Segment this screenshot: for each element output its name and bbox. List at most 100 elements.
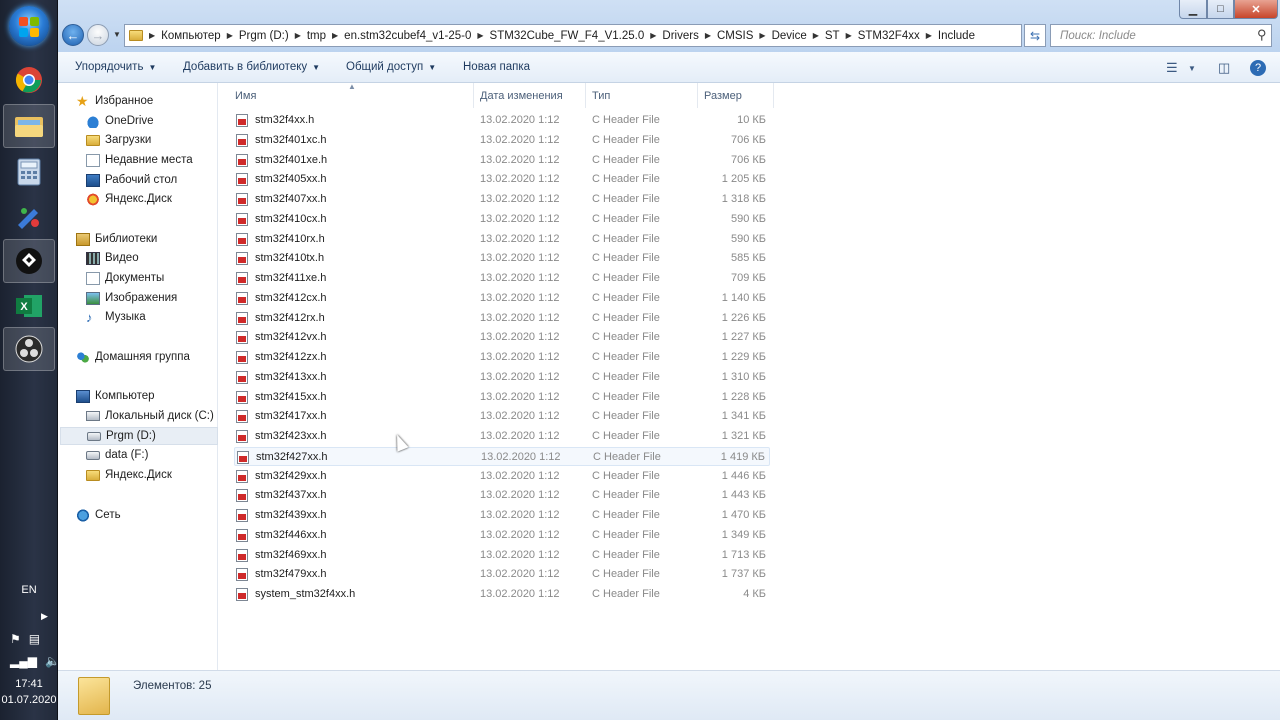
file-row[interactable]: stm32f412cx.h 13.02.2020 1:12 C Header Fil… — [234, 289, 770, 308]
file-row[interactable]: stm32f417xx.h 13.02.2020 1:12 C Header Fil… — [234, 407, 770, 426]
file-row[interactable]: system_stm32f4xx.h 13.02.2020 1:12 C Heade… — [234, 585, 770, 604]
breadcrumb-tmp[interactable]: tmp — [307, 30, 326, 42]
tray-expand-icon[interactable]: ▶ — [41, 611, 48, 622]
file-row[interactable]: stm32f437xx.h 13.02.2020 1:12 C Header Fil… — [234, 486, 770, 505]
nav-favorites[interactable]: ★ Избранное — [76, 92, 234, 110]
file-row[interactable]: stm32f469xx.h 13.02.2020 1:12 C Header Fil… — [234, 546, 770, 565]
back-button[interactable]: ← — [62, 24, 84, 46]
view-dropdown-icon[interactable]: ▼ — [1188, 64, 1196, 73]
breadcrumb-stm32f4xx[interactable]: STM32F4xx — [858, 30, 920, 42]
search-input[interactable]: Поиск: Include — [1050, 24, 1272, 47]
clock[interactable]: 17:41 01.07.2020 — [0, 676, 58, 708]
breadcrumb-chevron-icon[interactable]: ▶ — [926, 31, 932, 40]
breadcrumb-drivers[interactable]: Drivers — [662, 30, 698, 42]
column-header-size[interactable]: Размер — [698, 83, 774, 108]
help-icon[interactable]: ? — [1250, 60, 1266, 76]
nav-label: Локальный диск (C:) — [105, 410, 214, 422]
preview-pane-icon[interactable]: ◫ — [1218, 60, 1230, 76]
add-to-library-menu[interactable]: Добавить в библиотеку ▼ — [183, 61, 320, 73]
minimize-button[interactable]: ▁ — [1179, 0, 1207, 19]
column-header-type-label: Тип — [592, 89, 611, 102]
file-size: 590 КБ — [730, 212, 766, 225]
action-center-flag-icon[interactable]: ⚑ — [10, 632, 21, 646]
file-row[interactable]: stm32f401xc.h 13.02.2020 1:12 C Header Fil… — [234, 131, 770, 150]
search-icon[interactable]: ⚲ — [1257, 27, 1267, 43]
breadcrumb-chevron-icon[interactable]: ▶ — [295, 31, 301, 40]
forward-button[interactable]: → — [87, 24, 109, 46]
file-row[interactable]: stm32f405xx.h 13.02.2020 1:12 C Header Fil… — [234, 170, 770, 189]
file-row[interactable]: stm32f439xx.h 13.02.2020 1:12 C Header Fil… — [234, 506, 770, 525]
file-row[interactable]: stm32f479xx.h 13.02.2020 1:12 C Header Fil… — [234, 565, 770, 584]
taskbar-excel[interactable]: X — [3, 284, 55, 328]
taskbar-calculator[interactable] — [3, 150, 55, 194]
taskbar-chrome[interactable] — [3, 58, 55, 102]
file-row[interactable]: stm32f446xx.h 13.02.2020 1:12 C Header Fil… — [234, 526, 770, 545]
nav-computer[interactable]: Компьютер — [76, 387, 234, 405]
file-row[interactable]: stm32f429xx.h 13.02.2020 1:12 C Header Fil… — [234, 467, 770, 486]
organize-menu[interactable]: Упорядочить ▼ — [75, 61, 156, 73]
file-row[interactable]: stm32f412vx.h 13.02.2020 1:12 C Header Fil… — [234, 328, 770, 347]
close-button[interactable]: ✕ — [1234, 0, 1278, 19]
breadcrumb-chevron-icon[interactable]: ▶ — [705, 31, 711, 40]
breadcrumb-chevron-icon[interactable]: ▶ — [149, 31, 155, 40]
taskbar-obs-virtualcam[interactable] — [3, 239, 55, 283]
breadcrumb-device[interactable]: Device — [772, 30, 807, 42]
breadcrumb-cube-package[interactable]: en.stm32cubef4_v1-25-0 — [344, 30, 471, 42]
file-size: 1 228 КБ — [721, 390, 766, 403]
file-row[interactable]: stm32f415xx.h 13.02.2020 1:12 C Header Fil… — [234, 388, 770, 407]
file-row[interactable]: stm32f407xx.h 13.02.2020 1:12 C Header Fil… — [234, 190, 770, 209]
breadcrumb-computer[interactable]: Компьютер — [161, 30, 221, 42]
column-header-type[interactable]: Тип — [586, 83, 698, 108]
breadcrumb-cmsis[interactable]: CMSIS — [717, 30, 753, 42]
maximize-button[interactable]: □ — [1207, 0, 1234, 19]
file-row[interactable]: stm32f423xx.h 13.02.2020 1:12 C Header Fil… — [234, 427, 770, 446]
breadcrumb-chevron-icon[interactable]: ▶ — [813, 31, 819, 40]
taskbar-explorer[interactable] — [3, 104, 55, 148]
new-folder-button[interactable]: Новая папка — [463, 61, 530, 73]
breadcrumb-chevron-icon[interactable]: ▶ — [332, 31, 338, 40]
file-row[interactable]: stm32f412zx.h 13.02.2020 1:12 C Header Fil… — [234, 348, 770, 367]
breadcrumb-chevron-icon[interactable]: ▶ — [759, 31, 765, 40]
recent-pages-dropdown[interactable]: ▼ — [113, 30, 121, 39]
file-size: 1 229 КБ — [721, 351, 766, 363]
view-options-icon[interactable]: ☰ — [1166, 60, 1178, 76]
nav-homegroup[interactable]: Домашняя группа — [76, 348, 234, 366]
c-header-file-icon — [236, 212, 248, 226]
nav-prgm-d[interactable]: Prgm (D:) — [60, 427, 218, 445]
refresh-button[interactable]: ⇆ — [1024, 24, 1046, 47]
breadcrumb-prgm-d[interactable]: Prgm (D:) — [239, 30, 289, 42]
file-row[interactable]: stm32f410rx.h 13.02.2020 1:12 C Header Fil… — [234, 230, 770, 249]
breadcrumb-include[interactable]: Include — [938, 30, 975, 42]
column-header-date[interactable]: Дата изменения — [474, 83, 586, 108]
language-indicator[interactable]: EN — [0, 584, 58, 596]
breadcrumb-chevron-icon[interactable]: ▶ — [227, 31, 233, 40]
nav-label: Яндекс.Диск — [105, 469, 172, 481]
breadcrumb-chevron-icon[interactable]: ▶ — [477, 31, 483, 40]
breadcrumb-chevron-icon[interactable]: ▶ — [650, 31, 656, 40]
start-button[interactable] — [9, 6, 49, 46]
breadcrumb-cube-fw[interactable]: STM32Cube_FW_F4_V1.25.0 — [490, 30, 645, 42]
file-row[interactable]: stm32f412rx.h 13.02.2020 1:12 C Header Fil… — [234, 309, 770, 328]
nav-label: Библиотеки — [95, 233, 158, 245]
clipboard-icon[interactable]: ▤ — [29, 632, 40, 646]
file-row[interactable]: stm32f410cx.h 13.02.2020 1:12 C Header Fil… — [234, 210, 770, 229]
nav-label: Домашняя группа — [95, 351, 190, 363]
file-size: 1 713 КБ — [721, 548, 766, 561]
nav-network[interactable]: Сеть — [76, 506, 234, 524]
file-row[interactable]: stm32f401xe.h 13.02.2020 1:12 C Header Fil… — [234, 151, 770, 170]
file-row[interactable]: stm32f410tx.h 13.02.2020 1:12 C Header Fil… — [234, 249, 770, 268]
taskbar-obs-studio[interactable] — [3, 327, 55, 371]
nav-libraries[interactable]: Библиотеки — [76, 230, 234, 248]
file-row[interactable]: stm32f4xx.h 13.02.2020 1:12 C Header File 1… — [234, 111, 770, 130]
address-bar[interactable]: ▶ Компьютер ▶ Prgm (D:) ▶ tmp ▶ en.stm32… — [124, 24, 1081, 47]
share-menu[interactable]: Общий доступ ▼ — [346, 61, 436, 73]
file-row[interactable]: stm32f411xe.h 13.02.2020 1:12 C Header Fil… — [234, 269, 770, 288]
network-signal-icon[interactable]: ▂▄▆ — [10, 654, 37, 668]
file-size: 1 419 КБ — [720, 450, 765, 463]
breadcrumb-st[interactable]: ST — [825, 30, 840, 42]
file-row[interactable]: stm32f427xx.h 13.02.2020 1:12 C Header Fil… — [234, 446, 770, 466]
file-row[interactable]: stm32f413xx.h 13.02.2020 1:12 C Header Fil… — [234, 368, 770, 387]
breadcrumb-chevron-icon[interactable]: ▶ — [846, 31, 852, 40]
column-header-name[interactable]: Имя ▲ — [218, 82, 474, 108]
taskbar-paint[interactable] — [3, 195, 55, 239]
